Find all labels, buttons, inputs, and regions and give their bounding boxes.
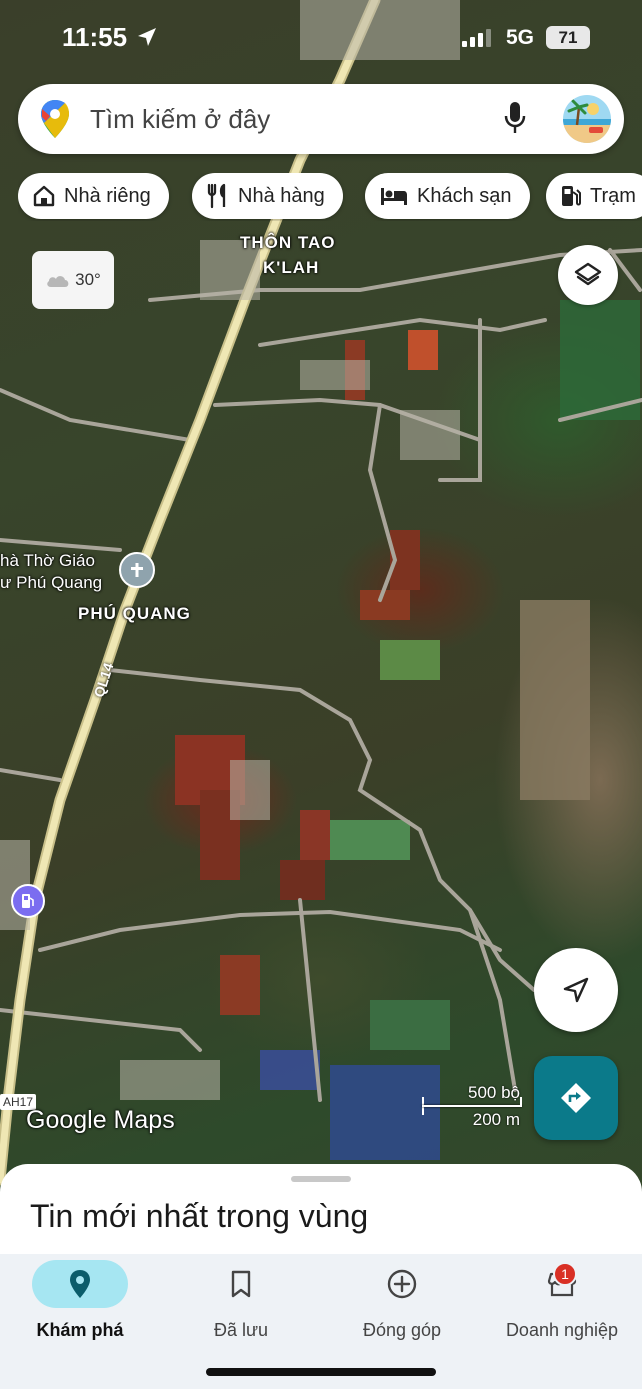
google-maps-watermark: Google Maps [26, 1106, 175, 1134]
hotel-icon [381, 188, 407, 205]
chip-label: Nhà riêng [64, 184, 151, 207]
directions-button[interactable] [534, 1056, 618, 1140]
my-location-button[interactable] [534, 948, 618, 1032]
chip-label: Nhà hàng [238, 184, 325, 207]
bookmark-icon [231, 1270, 251, 1298]
network-type: 5G [506, 26, 535, 49]
add-circle-icon [387, 1269, 417, 1299]
microphone-icon[interactable] [502, 100, 528, 136]
temperature: 30° [75, 270, 101, 289]
tab-business[interactable]: 1 Doanh nghiệp [487, 1260, 637, 1350]
bottom-sheet[interactable]: Tin mới nhất trong vùng [0, 1164, 642, 1264]
tab-icon-pill [32, 1260, 128, 1308]
cellular-signal-icon [462, 29, 491, 47]
sheet-title: Tin mới nhất trong vùng [30, 1198, 369, 1234]
map-scale: 500 bộ 200 m [420, 1083, 524, 1131]
chip-home[interactable]: Nhà riêng [18, 173, 169, 219]
tab-explore[interactable]: Khám phá [5, 1260, 155, 1350]
sheet-drag-handle[interactable] [291, 1176, 351, 1182]
chip-hotel[interactable]: Khách sạn [365, 173, 530, 219]
layers-button[interactable] [558, 245, 618, 305]
tab-saved[interactable]: Đã lưu [166, 1260, 316, 1350]
search-bar[interactable]: Tìm kiếm ở đây [18, 84, 624, 154]
navigation-arrow-icon [563, 977, 589, 1003]
tab-label: Đã lưu [213, 1320, 269, 1340]
search-input[interactable]: Tìm kiếm ở đây [90, 104, 270, 135]
church-label[interactable]: hà Thờ Giáo ư Phú Quang [0, 550, 102, 594]
village-label: PHÚ QUANG [78, 604, 191, 623]
tab-contribute[interactable]: Đóng góp [327, 1260, 477, 1350]
home-indicator[interactable] [206, 1368, 436, 1376]
cloud-icon [47, 276, 69, 287]
status-bar: 11:55 5G 71 [0, 0, 642, 70]
scale-metric: 200 m [472, 1110, 520, 1129]
village-label: THÔN TAO [240, 233, 336, 252]
village-label: K'LAH [263, 258, 320, 277]
chip-label: Khách sạn [417, 184, 512, 207]
chip-label: Trạm [590, 184, 636, 207]
explore-pin-icon [70, 1270, 90, 1298]
category-chips: Nhà riêng Nhà hàng Khách sạn Trạm [18, 173, 642, 221]
restaurant-icon [207, 183, 226, 209]
profile-beach-icon [563, 95, 611, 143]
tab-label: Đóng góp [362, 1320, 442, 1340]
cross-icon [131, 563, 143, 577]
google-maps-logo-icon [41, 100, 69, 138]
home-icon [33, 185, 55, 207]
chip-gas-station[interactable]: Trạm [546, 173, 642, 219]
status-time: 11:55 [62, 22, 128, 52]
directions-icon [561, 1083, 591, 1113]
gas-station-pin[interactable] [11, 884, 45, 918]
layers-icon [574, 262, 602, 286]
battery-icon: 71 [546, 26, 590, 49]
tab-label: Doanh nghiệp [505, 1320, 619, 1340]
tab-label: Khám phá [36, 1320, 124, 1340]
weather-badge[interactable]: 30° [32, 251, 114, 309]
chip-restaurant[interactable]: Nhà hàng [192, 173, 343, 219]
gas-station-icon [562, 186, 581, 206]
church-pin[interactable] [119, 552, 155, 588]
notification-badge: 1 [553, 1262, 577, 1286]
scale-imperial: 500 bộ [468, 1083, 520, 1102]
location-arrow-icon [138, 28, 156, 46]
gas-station-icon [22, 894, 34, 908]
avatar[interactable] [563, 95, 611, 143]
